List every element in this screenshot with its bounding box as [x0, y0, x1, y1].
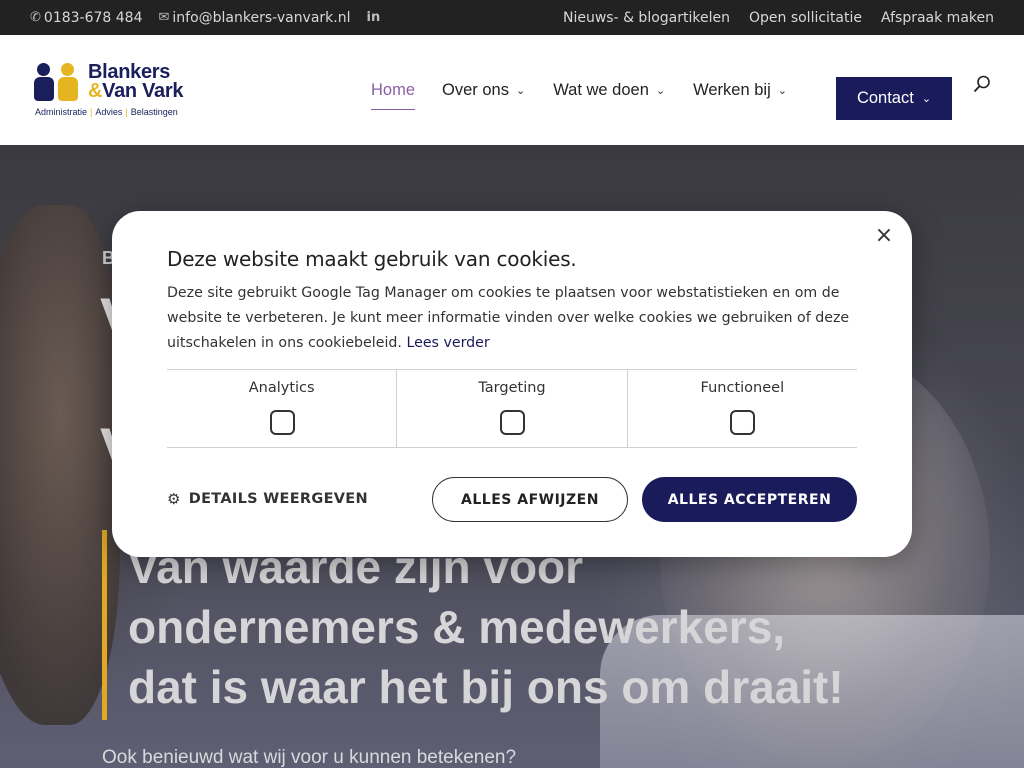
- email-link[interactable]: ✉ info@blankers-vanvark.nl: [158, 10, 350, 26]
- cookie-category-analytics: Analytics: [167, 370, 398, 447]
- cookie-consent-dialog: × Deze website maakt gebruik van cookies…: [112, 211, 912, 557]
- main-nav: Home Over ons ⌄ Wat we doen ⌄ Werken bij ⌄: [371, 35, 787, 145]
- category-label: Targeting: [478, 380, 546, 396]
- category-label: Functioneel: [700, 380, 785, 396]
- logo[interactable]: Blankers &Van Vark Administratie | Advies |…: [34, 61, 214, 121]
- top-link-sollicitatie[interactable]: Open sollicitatie: [749, 10, 862, 26]
- reject-all-button[interactable]: ALLES AFWIJZEN: [432, 477, 628, 522]
- nav-item-wat-we-doen[interactable]: Wat we doen ⌄: [553, 78, 665, 102]
- chevron-down-icon: ⌄: [515, 84, 526, 97]
- envelope-icon: ✉: [158, 10, 170, 25]
- main-header: Blankers &Van Vark Administratie | Advies |…: [0, 35, 1024, 145]
- logo-mark: [34, 63, 80, 103]
- hero-subline: Ook benieuwd wat wij voor u kunnen betek…: [102, 747, 517, 768]
- hero-accent-bar: [102, 530, 107, 720]
- contact-info: ✆ 0183-678 484 ✉ info@blankers-vanvark.n…: [30, 0, 380, 35]
- search-icon[interactable]: [973, 75, 991, 93]
- nav-item-over-ons[interactable]: Over ons ⌄: [442, 78, 525, 102]
- nav-item-werken-bij[interactable]: Werken bij ⌄: [693, 78, 787, 102]
- hero-headline: Van waarde zijn voor ondernemers & medew…: [128, 541, 844, 713]
- analytics-checkbox[interactable]: [269, 410, 295, 435]
- logo-tagline: Administratie | Advies | Belastingen: [35, 107, 178, 117]
- top-link-nieuws[interactable]: Nieuws- & blogartikelen: [563, 10, 730, 26]
- show-details-button[interactable]: ⚙ DETAILS WEERGEVEN: [167, 490, 368, 508]
- chevron-down-icon: ⌄: [655, 84, 666, 97]
- close-icon[interactable]: ×: [872, 223, 896, 248]
- cookie-category-functioneel: Functioneel: [628, 370, 857, 447]
- cookie-categories: Analytics Targeting Functioneel: [167, 369, 857, 448]
- functioneel-checkbox[interactable]: [730, 410, 756, 435]
- contact-button[interactable]: Contact ⌄: [836, 77, 952, 120]
- cookie-description: Deze site gebruikt Google Tag Manager om…: [167, 285, 850, 351]
- chevron-down-icon: ⌄: [777, 84, 787, 97]
- category-label: Analytics: [248, 380, 315, 396]
- nav-item-home[interactable]: Home: [371, 78, 416, 110]
- chevron-down-icon: ⌄: [921, 93, 932, 105]
- phone-icon: ✆: [30, 10, 41, 25]
- linkedin-icon[interactable]: in: [367, 10, 381, 25]
- top-bar: ✆ 0183-678 484 ✉ info@blankers-vanvark.n…: [0, 0, 1024, 35]
- accept-all-button[interactable]: ALLES ACCEPTEREN: [642, 477, 857, 522]
- gear-icon: ⚙: [167, 490, 181, 508]
- top-link-afspraak[interactable]: Afspraak maken: [881, 10, 994, 26]
- cookie-title: Deze website maakt gebruik van cookies.: [167, 247, 577, 271]
- targeting-checkbox[interactable]: [499, 410, 525, 435]
- phone-link[interactable]: ✆ 0183-678 484: [30, 10, 142, 26]
- top-links: Nieuws- & blogartikelen Open sollicitati…: [563, 0, 994, 35]
- phone-number: 0183-678 484: [43, 9, 143, 26]
- logo-name-line2: &Van Vark: [88, 80, 184, 102]
- cookie-category-targeting: Targeting: [397, 370, 628, 447]
- read-more-link[interactable]: Lees verder: [406, 335, 489, 351]
- email-address: info@blankers-vanvark.nl: [172, 9, 351, 26]
